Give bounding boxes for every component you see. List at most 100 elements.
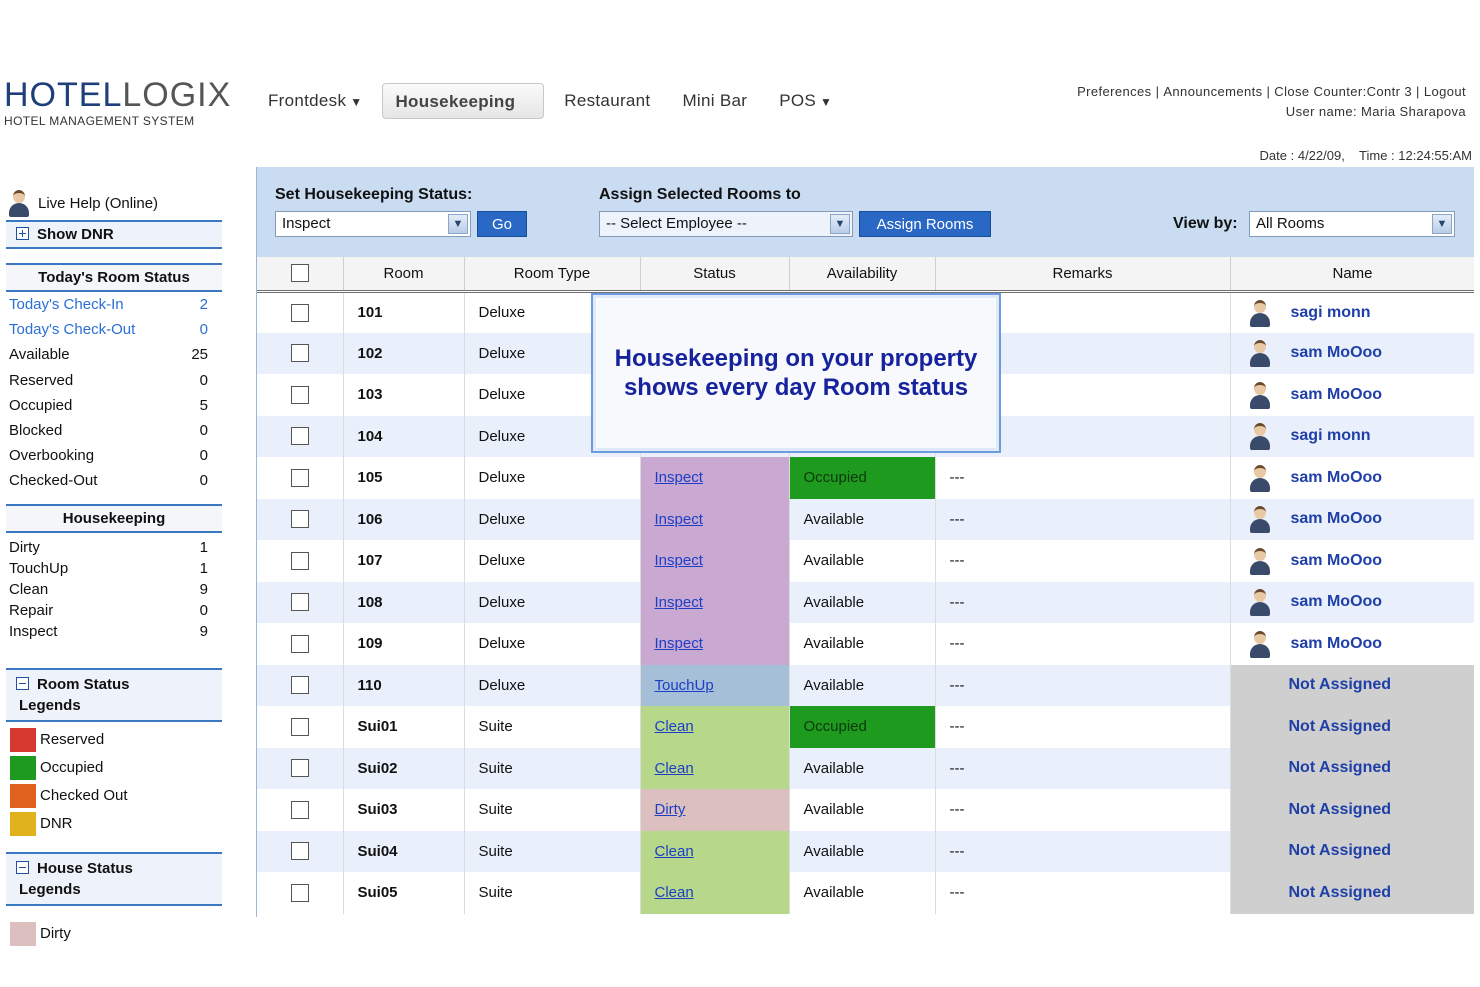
- status-link[interactable]: Dirty: [655, 801, 686, 818]
- assigned-name[interactable]: Not Assigned: [1289, 759, 1392, 776]
- row-checkbox[interactable]: [290, 385, 309, 404]
- row-checkbox[interactable]: [290, 468, 309, 487]
- status-link[interactable]: Clean: [655, 718, 694, 735]
- room-status-item[interactable]: Today's Check-Out 0: [6, 317, 222, 342]
- nav-item-restaurant[interactable]: Restaurant: [552, 83, 662, 119]
- assigned-name-cell: Not Assigned: [1230, 789, 1474, 831]
- table-row: Sui02 Suite Clean Available --- Not Assigned: [257, 747, 1474, 789]
- row-checkbox[interactable]: [290, 344, 309, 363]
- user-avatar-icon: [1247, 587, 1273, 617]
- row-checkbox[interactable]: [290, 842, 309, 861]
- assigned-name[interactable]: Not Assigned: [1289, 718, 1392, 735]
- assignee: sagi monn: [1245, 298, 1461, 328]
- assigned-name[interactable]: sagi monn: [1291, 427, 1371, 445]
- room-type-column-header[interactable]: Room Type: [464, 257, 641, 293]
- row-checkbox[interactable]: [290, 427, 309, 446]
- status-cell: Inspect: [640, 457, 790, 499]
- preferences-link[interactable]: Preferences: [1077, 84, 1152, 99]
- assigned-name-cell: sam MoOoo: [1230, 581, 1474, 623]
- assigned-name-cell: sam MoOoo: [1230, 498, 1474, 540]
- room-status-item: Overbooking 0: [6, 443, 222, 468]
- name-column-header[interactable]: Name: [1230, 257, 1474, 293]
- status-link[interactable]: Clean: [655, 843, 694, 860]
- legend-item: Dirty: [6, 920, 222, 948]
- nav-item-housekeeping[interactable]: Housekeeping: [382, 83, 545, 119]
- announcements-link[interactable]: Announcements: [1163, 84, 1262, 99]
- go-button[interactable]: Go: [477, 211, 527, 237]
- row-checkbox[interactable]: [290, 883, 309, 902]
- assigned-name[interactable]: Not Assigned: [1289, 884, 1392, 901]
- status-link[interactable]: Inspect: [655, 635, 703, 652]
- logo: HOTELLOGIX HOTEL MANAGEMENT SYSTEM: [4, 78, 231, 128]
- legend-item: Checked Out: [6, 782, 222, 810]
- room-column-header[interactable]: Room: [343, 257, 465, 293]
- housekeeping-item: Clean 9: [6, 579, 222, 600]
- status-select[interactable]: Inspect ▼: [275, 211, 471, 237]
- row-checkbox-cell: [257, 830, 344, 872]
- assigned-name[interactable]: sam MoOoo: [1291, 510, 1383, 528]
- row-checkbox[interactable]: [290, 551, 309, 570]
- employee-select[interactable]: -- Select Employee -- ▼: [599, 211, 853, 237]
- availability-cell: Available: [789, 872, 936, 914]
- status-link[interactable]: TouchUp: [655, 677, 714, 694]
- select-all-checkbox[interactable]: [290, 264, 309, 283]
- row-checkbox[interactable]: [290, 759, 309, 778]
- row-checkbox[interactable]: [290, 634, 309, 653]
- remarks-column-header[interactable]: Remarks: [935, 257, 1231, 293]
- status-link[interactable]: Inspect: [655, 594, 703, 611]
- assigned-name[interactable]: sagi monn: [1291, 304, 1371, 322]
- room-number: 108: [343, 581, 465, 623]
- table-row: 109 Deluxe Inspect Available --- sam MoOoo: [257, 623, 1474, 665]
- status-link[interactable]: Inspect: [655, 469, 703, 486]
- status-column-header[interactable]: Status: [640, 257, 790, 293]
- logout-link[interactable]: Logout: [1424, 84, 1466, 99]
- assigned-name[interactable]: sam MoOoo: [1291, 593, 1383, 611]
- nav-item-frontdesk[interactable]: Frontdesk ▼: [256, 83, 374, 119]
- legend-swatch: [10, 921, 36, 946]
- sidebar: Live Help (Online) Show DNR Today's Room…: [6, 186, 222, 948]
- row-checkbox[interactable]: [290, 676, 309, 695]
- assigned-name[interactable]: sam MoOoo: [1291, 386, 1383, 404]
- row-checkbox[interactable]: [290, 303, 309, 322]
- availability-column-header[interactable]: Availability: [789, 257, 936, 293]
- assigned-name[interactable]: sam MoOoo: [1291, 635, 1383, 653]
- status-link[interactable]: Clean: [655, 760, 694, 777]
- status-link[interactable]: Inspect: [655, 552, 703, 569]
- nav-item-pos[interactable]: POS ▼: [767, 83, 844, 119]
- row-checkbox[interactable]: [290, 717, 309, 736]
- assigned-name[interactable]: Not Assigned: [1289, 676, 1392, 693]
- housekeeping-item: Inspect 9: [6, 621, 222, 642]
- room-type: Suite: [464, 872, 641, 914]
- close-counter-link[interactable]: Close Counter:Contr 3: [1274, 84, 1412, 99]
- room-status-legends-toggle[interactable]: Room Status Legends: [6, 667, 222, 722]
- assigned-name[interactable]: sam MoOoo: [1291, 552, 1383, 570]
- room-status-label: Blocked: [9, 421, 63, 439]
- assigned-name-cell: sam MoOoo: [1230, 623, 1474, 665]
- status-link[interactable]: Clean: [655, 884, 694, 901]
- show-dnr-toggle[interactable]: Show DNR: [6, 220, 222, 249]
- room-status-item[interactable]: Today's Check-In 2: [6, 292, 222, 317]
- view-by-select[interactable]: All Rooms ▼: [1249, 211, 1455, 237]
- live-help-link[interactable]: Live Help (Online): [6, 186, 222, 220]
- user-name: User name: Maria Sharapova: [1285, 104, 1466, 119]
- row-checkbox-cell: [257, 747, 344, 789]
- nav-item-mini-bar[interactable]: Mini Bar: [670, 83, 759, 119]
- user-avatar-icon: [1247, 421, 1273, 451]
- assign-rooms-button[interactable]: Assign Rooms: [859, 211, 991, 237]
- user-avatar-icon: [1247, 504, 1273, 534]
- legend-swatch: [10, 727, 36, 752]
- row-checkbox[interactable]: [290, 593, 309, 612]
- assigned-name-cell: sam MoOoo: [1230, 332, 1474, 374]
- assigned-name-cell: sagi monn: [1230, 291, 1474, 333]
- status-link[interactable]: Inspect: [655, 511, 703, 528]
- room-status-label: Available: [9, 346, 70, 364]
- house-status-legends-toggle[interactable]: House Status Legends: [6, 851, 222, 906]
- assigned-name[interactable]: sam MoOoo: [1291, 344, 1383, 362]
- assigned-name[interactable]: Not Assigned: [1289, 801, 1392, 818]
- room-type: Deluxe: [464, 540, 641, 582]
- row-checkbox[interactable]: [290, 800, 309, 819]
- row-checkbox[interactable]: [290, 510, 309, 529]
- availability-cell: Occupied: [789, 706, 936, 748]
- assigned-name[interactable]: sam MoOoo: [1291, 469, 1383, 487]
- assigned-name[interactable]: Not Assigned: [1289, 842, 1392, 859]
